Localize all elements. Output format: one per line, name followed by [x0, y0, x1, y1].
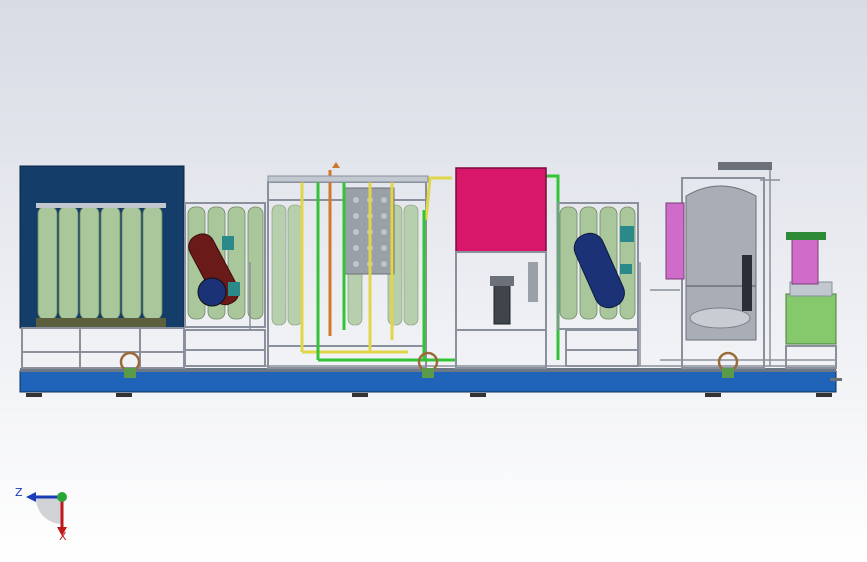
- cad-viewport[interactable]: [0, 0, 867, 562]
- membrane-enclosure: [19, 165, 185, 369]
- triad-z-label: Z: [15, 486, 23, 499]
- chemical-dosing-tanks: [785, 232, 842, 381]
- grey-storage-tank: [665, 162, 772, 369]
- magenta-control-panel: [455, 167, 547, 369]
- triad-x-label: X: [59, 530, 67, 543]
- y-axis-dot: [57, 492, 67, 502]
